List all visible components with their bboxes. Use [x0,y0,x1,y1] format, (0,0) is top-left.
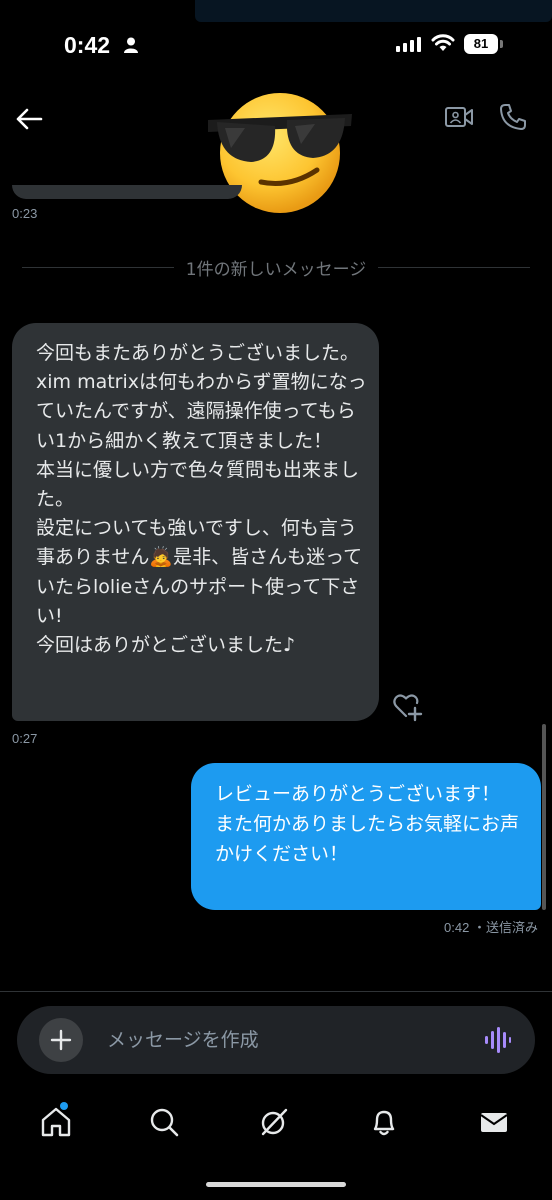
grok-icon [261,1108,288,1136]
voice-message-icon[interactable] [483,1026,511,1054]
new-messages-label: 1件の新しいメッセージ [185,259,367,280]
message-input[interactable] [107,1024,437,1056]
status-bar: 0:42 81 [0,0,552,90]
divider-line-right [378,266,531,268]
home-icon [41,1107,71,1137]
battery-level: 81 [464,34,498,54]
composer-separator [0,991,552,992]
incoming-message-bubble[interactable]: 今回もまたありがとうございました。 xim matrixは何もわからず置物になっ… [12,323,379,721]
new-messages-divider: 1件の新しいメッセージ [22,256,531,280]
battery-tip [500,40,503,48]
nav-search[interactable] [144,1102,184,1142]
previous-message-bubble[interactable] [12,185,242,199]
divider-line-left [22,266,174,268]
nav-home[interactable] [36,1102,76,1142]
home-indicator [206,1182,346,1187]
search-icon [150,1108,179,1137]
nav-notifications[interactable] [364,1102,404,1142]
avatar[interactable] [205,90,355,220]
back-arrow-icon[interactable] [14,104,44,134]
plus-icon [50,1029,72,1051]
status-time: 0:42 [64,32,111,58]
outgoing-message-time: 0:42 [444,920,470,935]
nav-grok[interactable] [254,1102,294,1142]
conversation-header [0,90,552,213]
video-call-icon[interactable] [444,104,474,130]
outgoing-message-status: ・送信済み [472,920,538,935]
message-composer [17,1006,535,1074]
incoming-message-time: 0:27 [12,731,38,746]
outgoing-message-text: レビューありがとうございます！ また何かありましたらお気軽にお声かけください！ [215,783,520,865]
previous-message-time: 0:23 [12,206,38,221]
scrollbar[interactable] [542,724,546,910]
person-icon [124,37,138,53]
messages-icon [480,1113,508,1132]
home-unread-dot [60,1102,68,1110]
incoming-message-text: 今回もまたありがとうございました。 xim matrixは何もわからず置物になっ… [36,342,367,657]
add-attachment-button[interactable] [39,1018,83,1062]
cellular-signal-icon [396,37,421,52]
heart-plus-icon[interactable] [392,692,424,722]
nav-messages[interactable] [474,1102,514,1142]
wifi-icon [431,34,455,51]
notifications-icon [373,1110,395,1136]
outgoing-message-meta: 0:42 ・送信済み [444,917,538,936]
outgoing-message-bubble[interactable]: レビューありがとうございます！ また何かありましたらお気軽にお声かけください！ [191,763,541,910]
status-bar-overlay [195,0,552,22]
phone-call-icon[interactable] [498,102,528,132]
